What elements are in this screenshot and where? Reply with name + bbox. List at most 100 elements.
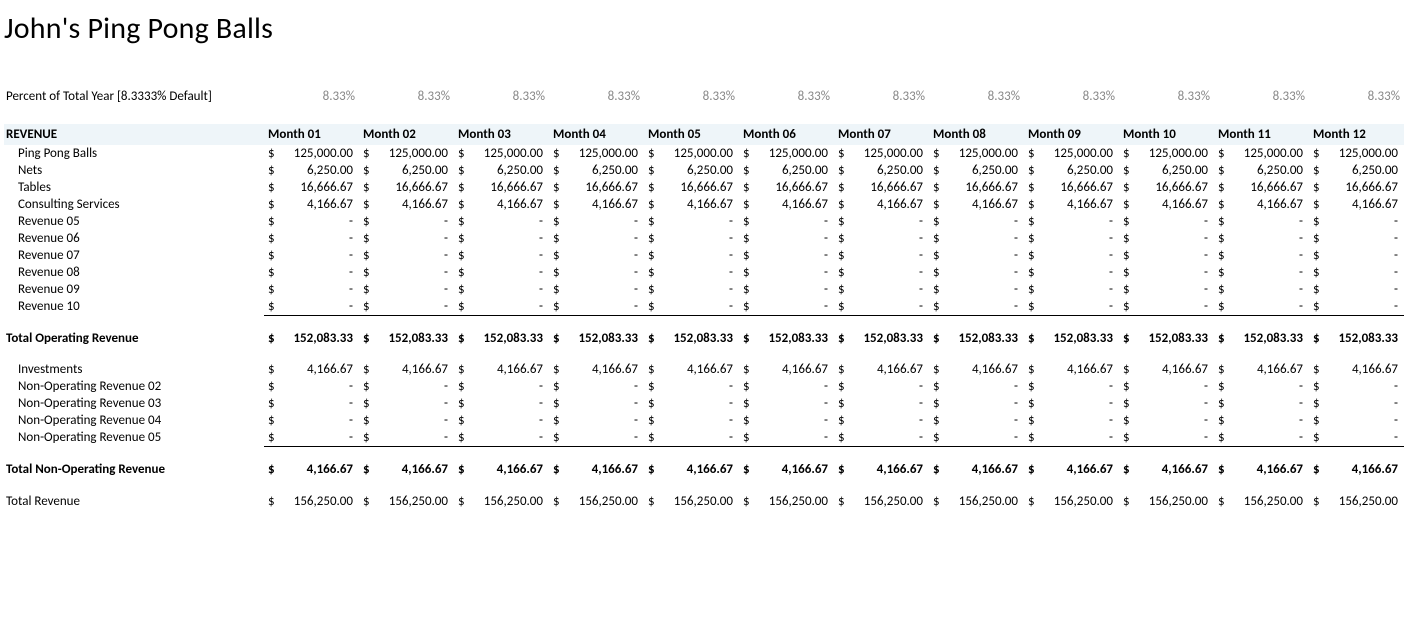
currency-symbol: $ [1028, 396, 1035, 411]
nonoperating-4-value-m8: $- [929, 412, 1024, 429]
currency-symbol: $ [1218, 413, 1225, 428]
currency-symbol: $ [933, 494, 940, 509]
percent-value-m12: 8.33% [1309, 87, 1404, 124]
currency-symbol: $ [648, 282, 655, 297]
currency-symbol: $ [648, 362, 655, 377]
currency-symbol: $ [933, 180, 940, 195]
nonoperating-2-value-m9: $- [1024, 378, 1119, 395]
currency-symbol: $ [838, 180, 845, 195]
nonoperating-row-label: Non-Operating Revenue 03 [4, 395, 264, 412]
operating-9-value-m4: $- [549, 281, 644, 298]
currency-symbol: $ [743, 331, 750, 346]
nonoperating-1-value-m8: $4,166.67 [929, 361, 1024, 378]
total-nonoperating-label: Total Non-Operating Revenue [4, 461, 264, 479]
operating-9-value-m10: $- [1119, 281, 1214, 298]
operating-5-value-m5: $- [644, 213, 739, 230]
currency-symbol: $ [838, 299, 845, 314]
operating-10-value-m9: $- [1024, 298, 1119, 316]
currency-symbol: $ [553, 462, 560, 477]
operating-4-value-m11: $4,166.67 [1214, 196, 1309, 213]
currency-symbol: $ [648, 430, 655, 445]
nonoperating-1-value-m11: $4,166.67 [1214, 361, 1309, 378]
currency-symbol: $ [458, 494, 465, 509]
total-nonoperating-value-m3: $4,166.67 [454, 461, 549, 479]
nonoperating-2-value-m1: $- [264, 378, 359, 395]
operating-10-value-m5: $- [644, 298, 739, 316]
operating-3-value-m3: $16,666.67 [454, 179, 549, 196]
currency-symbol: $ [1123, 379, 1130, 394]
percent-value-m1: 8.33% [264, 87, 359, 124]
currency-symbol: $ [1313, 494, 1320, 509]
currency-symbol: $ [933, 462, 940, 477]
currency-symbol: $ [1313, 163, 1320, 178]
currency-symbol: $ [838, 214, 845, 229]
operating-3-value-m2: $16,666.67 [359, 179, 454, 196]
nonoperating-4-value-m7: $- [834, 412, 929, 429]
currency-symbol: $ [933, 214, 940, 229]
operating-6-value-m4: $- [549, 230, 644, 247]
currency-symbol: $ [933, 163, 940, 178]
operating-7-value-m7: $- [834, 247, 929, 264]
currency-symbol: $ [1028, 494, 1035, 509]
operating-6-value-m3: $- [454, 230, 549, 247]
operating-7-value-m1: $- [264, 247, 359, 264]
total-operating-value-m11: $152,083.33 [1214, 329, 1309, 347]
currency-symbol: $ [363, 379, 370, 394]
revenue-table: Percent of Total Year [8.3333% Default]8… [4, 87, 1404, 511]
nonoperating-1-value-m4: $4,166.67 [549, 361, 644, 378]
nonoperating-3-value-m3: $- [454, 395, 549, 412]
operating-row-label: Ping Pong Balls [4, 145, 264, 162]
currency-symbol: $ [1218, 396, 1225, 411]
operating-10-value-m2: $- [359, 298, 454, 316]
currency-symbol: $ [743, 396, 750, 411]
currency-symbol: $ [838, 396, 845, 411]
currency-symbol: $ [268, 197, 275, 212]
currency-symbol: $ [1028, 231, 1035, 246]
currency-symbol: $ [838, 282, 845, 297]
currency-symbol: $ [1218, 265, 1225, 280]
currency-symbol: $ [1313, 146, 1320, 161]
nonoperating-5-value-m10: $- [1119, 429, 1214, 447]
nonoperating-5-value-m12: $- [1309, 429, 1404, 447]
currency-symbol: $ [838, 430, 845, 445]
currency-symbol: $ [1028, 462, 1035, 477]
operating-4-value-m4: $4,166.67 [549, 196, 644, 213]
operating-4-value-m5: $4,166.67 [644, 196, 739, 213]
operating-3-value-m9: $16,666.67 [1024, 179, 1119, 196]
currency-symbol: $ [268, 430, 275, 445]
operating-3-value-m7: $16,666.67 [834, 179, 929, 196]
percent-value-m9: 8.33% [1024, 87, 1119, 124]
operating-2-value-m7: $6,250.00 [834, 162, 929, 179]
operating-2-value-m8: $6,250.00 [929, 162, 1024, 179]
total-nonoperating-value-m11: $4,166.67 [1214, 461, 1309, 479]
nonoperating-5-value-m9: $- [1024, 429, 1119, 447]
operating-10-value-m10: $- [1119, 298, 1214, 316]
currency-symbol: $ [1218, 430, 1225, 445]
month-header-7: Month 07 [834, 124, 929, 145]
currency-symbol: $ [838, 413, 845, 428]
currency-symbol: $ [1123, 396, 1130, 411]
currency-symbol: $ [363, 248, 370, 263]
revenue-header: REVENUE [4, 124, 264, 145]
currency-symbol: $ [743, 265, 750, 280]
nonoperating-1-value-m7: $4,166.67 [834, 361, 929, 378]
currency-symbol: $ [1218, 299, 1225, 314]
currency-symbol: $ [1313, 197, 1320, 212]
currency-symbol: $ [458, 265, 465, 280]
operating-7-value-m12: $- [1309, 247, 1404, 264]
nonoperating-3-value-m8: $- [929, 395, 1024, 412]
currency-symbol: $ [1218, 214, 1225, 229]
currency-symbol: $ [933, 197, 940, 212]
operating-row-label: Revenue 10 [4, 298, 264, 316]
operating-3-value-m4: $16,666.67 [549, 179, 644, 196]
nonoperating-2-value-m3: $- [454, 378, 549, 395]
operating-3-value-m5: $16,666.67 [644, 179, 739, 196]
operating-row-2: Nets$6,250.00$6,250.00$6,250.00$6,250.00… [4, 162, 1404, 179]
currency-symbol: $ [743, 413, 750, 428]
operating-8-value-m8: $- [929, 264, 1024, 281]
total-revenue-value-m4: $156,250.00 [549, 493, 644, 511]
currency-symbol: $ [268, 146, 275, 161]
total-revenue-value-m12: $156,250.00 [1309, 493, 1404, 511]
nonoperating-row-label: Investments [4, 361, 264, 378]
operating-1-value-m4: $125,000.00 [549, 145, 644, 162]
